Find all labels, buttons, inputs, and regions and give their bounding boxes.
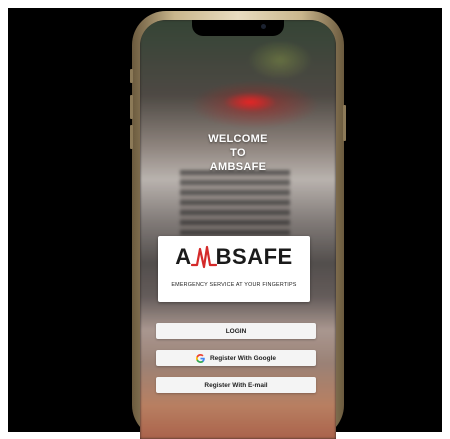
phone-volume-down	[130, 125, 133, 149]
welcome-line-1: WELCOME	[208, 133, 268, 145]
login-button[interactable]: LOGIN	[156, 323, 316, 339]
logo-text-left: A	[175, 244, 192, 269]
logo-text-right: BSAFE	[215, 244, 293, 269]
phone-frame: WELCOME TO AMBSAFE A BSAFE EMERGENCY SER…	[130, 11, 346, 439]
phone-volume-up	[130, 95, 133, 119]
heartbeat-m-icon	[190, 245, 217, 269]
welcome-heading: WELCOME TO AMBSAFE	[140, 132, 336, 174]
phone-mute-switch	[130, 69, 133, 83]
phone-notch	[192, 20, 284, 36]
phone-power-button	[343, 105, 346, 141]
app-screen: WELCOME TO AMBSAFE A BSAFE EMERGENCY SER…	[140, 20, 336, 439]
register-google-label: Register With Google	[209, 354, 277, 362]
brand-card: A BSAFE EMERGENCY SERVICE AT YOUR FINGER…	[158, 236, 310, 302]
login-button-label: LOGIN	[225, 327, 247, 335]
welcome-line-3: AMBSAFE	[209, 161, 267, 173]
register-email-button[interactable]: Register With E-mail	[156, 377, 316, 393]
ambsafe-logo: A BSAFE	[158, 244, 310, 270]
register-google-button[interactable]: Register With Google	[156, 350, 316, 366]
welcome-line-2: TO	[230, 147, 246, 159]
register-email-label: Register With E-mail	[204, 381, 268, 389]
google-g-icon	[195, 353, 205, 363]
front-camera	[261, 24, 266, 29]
brand-tagline: EMERGENCY SERVICE AT YOUR FINGERTIPS	[171, 282, 297, 288]
